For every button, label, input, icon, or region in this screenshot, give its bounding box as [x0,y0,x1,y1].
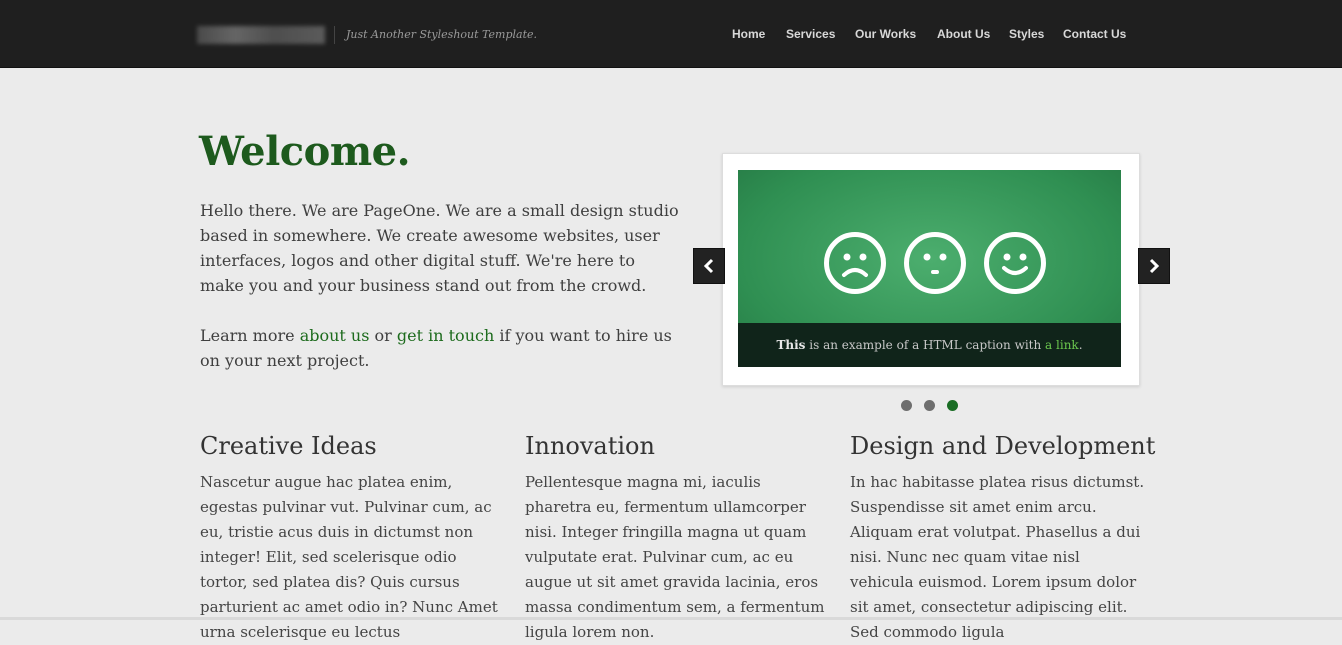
feature-column-1: Creative Ideas Nascetur augue hac platea… [200,432,500,645]
neutral-face-icon [904,232,966,294]
caption-end: . [1078,338,1083,352]
feature-title: Design and Development [850,432,1156,460]
get-in-touch-link[interactable]: get in touch [397,326,494,345]
chevron-left-icon [703,258,714,274]
learn-more-paragraph: Learn more about us or get in touch if y… [200,323,680,373]
about-us-link[interactable]: about us [300,326,370,345]
slider-next-button[interactable] [1138,248,1170,284]
page-title: Welcome. [199,128,411,175]
site-logo[interactable] [197,26,325,44]
caption-text: is an example of a HTML caption with [805,338,1046,352]
feature-title: Innovation [525,432,655,460]
chevron-right-icon [1149,258,1160,274]
site-tagline: Just Another Styleshout Template. [346,28,537,41]
nav-link-services[interactable]: Services [786,27,835,41]
nav-link-contact-us[interactable]: Contact Us [1063,27,1126,41]
sad-face-icon [824,232,886,294]
slider-prev-button[interactable] [693,248,725,284]
happy-face-icon [984,232,1046,294]
slider-dot-1[interactable] [901,400,912,411]
nav-link-home[interactable]: Home [732,27,765,41]
feature-title: Creative Ideas [200,432,377,460]
logo-divider [334,26,335,44]
slide-current[interactable]: This is an example of a HTML caption wit… [738,170,1121,367]
learn-more-text-middle: or [369,326,397,345]
nav-link-our-works[interactable]: Our Works [855,27,916,41]
slide-caption: This is an example of a HTML caption wit… [738,323,1121,367]
caption-link[interactable]: a link [1045,338,1079,352]
feature-column-2: Innovation Pellentesque magna mi, iaculi… [525,432,825,645]
slider-dot-2[interactable] [924,400,935,411]
feature-column-3: Design and Development In hac habitasse … [850,432,1156,645]
learn-more-text-start: Learn more [200,326,300,345]
top-navigation-bar: Just Another Styleshout Template. Home S… [0,0,1342,68]
slider-dot-3[interactable] [947,400,958,411]
nav-link-about-us[interactable]: About Us [937,27,990,41]
nav-link-styles[interactable]: Styles [1009,27,1044,41]
intro-paragraph: Hello there. We are PageOne. We are a sm… [200,201,679,295]
caption-bold: This [776,338,806,352]
